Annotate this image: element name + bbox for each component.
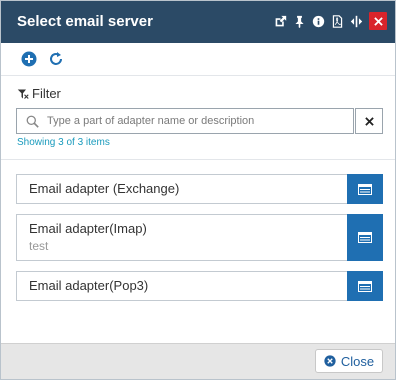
close-button-label: Close [340,353,375,369]
search-icon [26,115,39,128]
list-item-description: test [29,239,49,253]
filter-icon [17,89,29,99]
list-item-name: Email adapter (Exchange) [29,181,180,196]
dialog-footer: Close [1,343,395,379]
items-count-text: Showing 3 of 3 items [17,137,110,148]
clear-search-button[interactable] [355,108,383,134]
filter-label: Filter [32,86,61,101]
dialog-title: Select email server [17,13,153,30]
resize-icon[interactable] [348,12,364,30]
list-item-box[interactable]: Email adapter (Exchange) [16,174,348,204]
title-bar: Select email server [1,1,395,43]
list-item[interactable]: Email adapter(Imap) test [16,214,383,261]
list-item-name: Email adapter(Imap) [29,221,147,236]
search-box [16,108,354,134]
list-card-icon [358,183,372,195]
filter-area: Filter Showing 3 of 3 items [1,76,395,160]
close-icon [364,116,374,126]
pdf-icon[interactable] [329,12,345,30]
select-email-server-dialog: Select email server Filter Type a part o… [0,0,396,380]
close-button[interactable]: Close [315,349,383,373]
close-icon[interactable] [369,12,387,30]
list-card-icon [358,280,372,292]
list-item-box[interactable]: Email adapter(Imap) test [16,214,348,261]
filter-header[interactable]: Filter [17,86,61,101]
list-item-name: Email adapter(Pop3) [29,278,149,293]
close-circle-icon [324,355,336,367]
pin-icon[interactable] [291,12,307,30]
list-item[interactable]: Email adapter (Exchange) [16,174,383,204]
list-item-box[interactable]: Email adapter(Pop3) [16,271,348,301]
search-input[interactable] [47,109,347,133]
add-icon[interactable] [21,51,37,67]
select-item-button[interactable] [347,271,383,301]
info-icon[interactable] [310,12,326,30]
select-item-button[interactable] [347,174,383,204]
title-icons [269,12,387,30]
external-link-icon[interactable] [272,12,288,30]
list-item[interactable]: Email adapter(Pop3) [16,271,383,301]
list-card-icon [358,232,372,243]
refresh-icon[interactable] [48,51,64,67]
select-item-button[interactable] [347,214,383,261]
toolbar [1,43,395,76]
